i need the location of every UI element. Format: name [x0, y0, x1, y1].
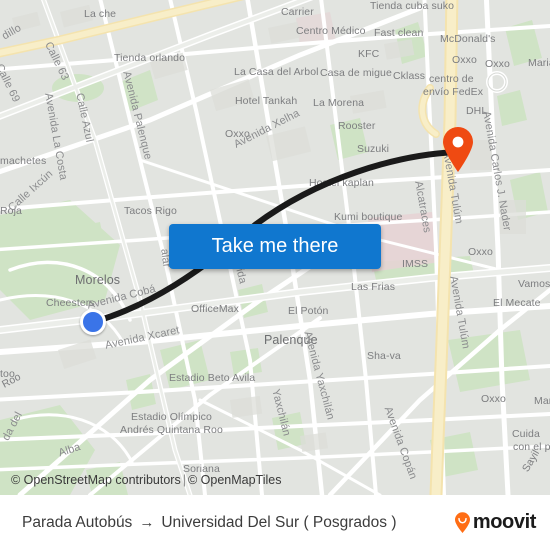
map-label: Carrier [281, 6, 314, 18]
map-label: Sha-va [367, 350, 401, 362]
map-label: Kumi boutique [334, 211, 403, 223]
moovit-logo[interactable]: moovit [454, 511, 536, 534]
map-label: Hotel Tankah [235, 95, 298, 107]
map-label: envío FedEx [423, 86, 484, 98]
map-label: Estadio Olímpico [131, 411, 212, 423]
map-label: Tienda cuba suko [370, 0, 455, 12]
map-label: Tacos Rigo [124, 205, 177, 217]
map-label: Cklass [393, 70, 426, 82]
map-label: Oxxo [452, 54, 477, 66]
route-title: Parada Autobús → Universidad Del Sur ( Pos… [22, 514, 454, 532]
take-me-there-button[interactable]: Take me there [169, 224, 381, 269]
map-label: Cuida [512, 428, 540, 440]
map-label: Tienda orlando [114, 52, 186, 64]
map-label: Vamos [518, 278, 550, 290]
map-label: Centro Médico [296, 25, 366, 37]
map-canvas[interactable]: La che Carrier Centro Médico Tienda cuba su… [0, 0, 550, 495]
origin-marker[interactable] [80, 309, 106, 335]
attribution-separator: | [182, 473, 186, 487]
destination-pin-icon[interactable] [441, 126, 475, 172]
map-label: Mar [534, 395, 550, 407]
map-label: Fast clean [374, 27, 424, 39]
footer-bar: Parada Autobús → Universidad Del Sur ( Pos… [0, 495, 550, 550]
map-label: centro de [429, 73, 474, 85]
map-label: machetes [0, 155, 47, 167]
map-label: too [0, 368, 15, 380]
route-origin-label: Parada Autobús [22, 513, 133, 531]
map-label: McDonald's [440, 33, 496, 45]
map-label: Oxxo [481, 393, 506, 405]
map-label: Las Frias [351, 281, 396, 293]
map-label: OfficeMax [191, 303, 239, 315]
map-label: Casa de migue [320, 67, 392, 79]
map-attribution: © OpenStreetMap contributors | © OpenMapTi… [11, 473, 281, 487]
map-label: La Casa del Arbol [234, 66, 319, 78]
map-label: Estadio Beto Avila [169, 372, 256, 384]
moovit-wordmark: moovit [472, 511, 537, 533]
attribution-tiles[interactable]: © OpenMapTiles [188, 473, 282, 487]
map-label: El Mecate [493, 297, 541, 309]
map-label: Andrés Quintana Roo [120, 424, 223, 436]
map-label: Hostel kaplan [309, 177, 374, 189]
map-label: La Morena [313, 97, 365, 109]
map-label: KFC [358, 48, 380, 60]
map-label: La che [84, 8, 117, 20]
moovit-pin-icon [454, 512, 470, 533]
attribution-osm[interactable]: © OpenStreetMap contributors [11, 473, 181, 487]
map-label: Morelos [75, 273, 121, 287]
map-label: Oxxo [468, 246, 493, 258]
map-label: Suzuki [357, 143, 390, 155]
map-label: Maria [528, 57, 550, 69]
map-label: Rooster [338, 120, 376, 132]
map-label: IMSS [402, 258, 429, 270]
arrow-right-icon: → [139, 513, 155, 531]
moovit-route-screenshot: La che Carrier Centro Médico Tienda cuba su… [0, 0, 550, 550]
map-label: Oxxo [485, 58, 510, 70]
route-destination-label: Universidad Del Sur ( Posgrados ) [161, 513, 397, 531]
map-label: El Potón [288, 305, 329, 317]
